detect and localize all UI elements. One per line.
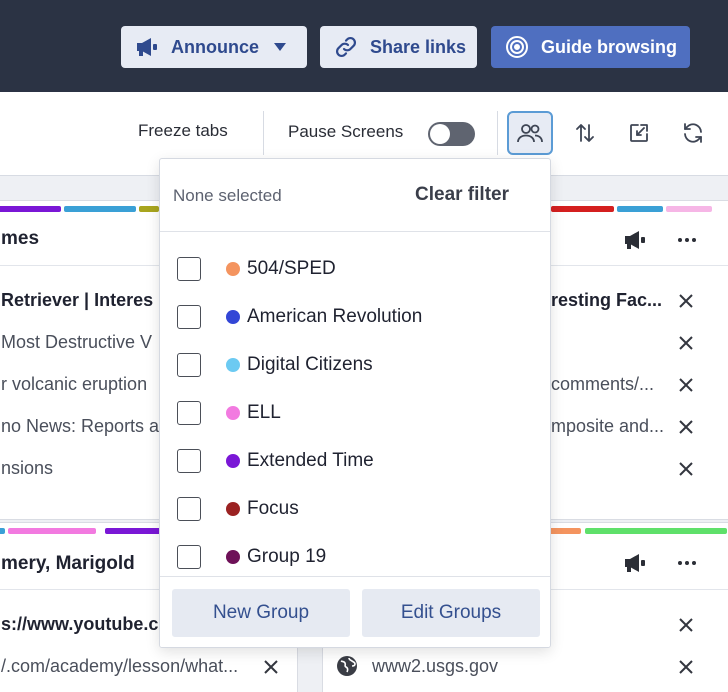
tab-row[interactable]: Retriever | Interes [1, 290, 153, 311]
tab-row[interactable]: Most Destructive V [1, 332, 152, 353]
group-checkbox[interactable] [177, 305, 201, 329]
tab-row[interactable]: mposite and... [551, 416, 664, 437]
freeze-tabs-button[interactable]: Freeze tabs [138, 121, 228, 141]
group-label: 504/SPED [247, 258, 336, 279]
tab-row[interactable]: nsions [1, 458, 53, 479]
tab-row[interactable]: www2.usgs.gov [372, 656, 498, 677]
group-option[interactable]: Digital Citizens [160, 341, 550, 389]
close-tab-icon[interactable] [676, 333, 696, 353]
group-label: Extended Time [247, 450, 374, 471]
group-checkbox[interactable] [177, 353, 201, 377]
tab-row[interactable]: resting Fac... [551, 290, 662, 311]
toggle-knob [430, 124, 450, 144]
announce-label: Announce [171, 36, 259, 57]
globe-icon [336, 655, 358, 677]
group-filter-dropdown: None selected Clear filter 504/SPED Amer… [159, 158, 551, 648]
edit-groups-button[interactable]: Edit Groups [362, 589, 540, 637]
student-name: mery, Marigold [1, 553, 135, 574]
clear-filter-button[interactable]: Clear filter [415, 184, 509, 206]
close-tab-icon[interactable] [261, 657, 281, 677]
guide-browsing-label: Guide browsing [541, 36, 678, 57]
group-stripe [617, 206, 663, 212]
toolbar-divider [497, 111, 498, 155]
tab-row[interactable]: /.com/academy/lesson/what... [1, 656, 238, 677]
group-checkbox[interactable] [177, 545, 201, 569]
group-label: ELL [247, 402, 281, 423]
group-label: Focus [247, 498, 299, 519]
group-option[interactable]: 504/SPED [160, 245, 550, 293]
group-color-dot [226, 310, 240, 324]
group-stripe [64, 206, 136, 212]
dropdown-footer: New Group Edit Groups [160, 577, 550, 647]
close-tab-icon[interactable] [676, 615, 696, 635]
megaphone-icon [135, 35, 159, 59]
group-label: Group 19 [247, 546, 327, 567]
group-checkbox[interactable] [177, 401, 201, 425]
group-color-dot [226, 550, 240, 564]
student-name: mes [1, 228, 40, 249]
group-option[interactable]: Group 19 [160, 533, 550, 576]
megaphone-icon[interactable] [623, 552, 647, 574]
announce-button[interactable]: Announce [121, 26, 307, 68]
group-stripe [666, 206, 712, 212]
group-color-dot [226, 358, 240, 372]
group-label: Digital Citizens [247, 354, 373, 375]
group-color-dot [226, 262, 240, 276]
close-tab-icon[interactable] [676, 375, 696, 395]
more-options-icon[interactable] [675, 229, 699, 251]
sort-icon[interactable] [562, 111, 608, 155]
share-links-label: Share links [370, 36, 467, 57]
top-bar: Announce Share links Guide browsing [0, 0, 728, 92]
group-filter-icon[interactable] [507, 111, 553, 155]
tab-row[interactable]: no News: Reports a [1, 416, 159, 437]
target-icon [505, 35, 529, 59]
group-stripe [585, 528, 727, 534]
group-stripe [0, 528, 5, 534]
tab-row[interactable]: s://www.youtube.c [1, 614, 158, 635]
caret-down-icon[interactable] [273, 42, 287, 52]
open-external-icon[interactable] [616, 111, 662, 155]
group-option[interactable]: American Revolution [160, 293, 550, 341]
group-stripe [105, 528, 165, 534]
group-checkbox[interactable] [177, 497, 201, 521]
group-stripe [0, 206, 61, 212]
group-checkbox[interactable] [177, 257, 201, 281]
new-group-button[interactable]: New Group [172, 589, 350, 637]
group-stripe [8, 528, 96, 534]
group-option[interactable]: Extended Time [160, 437, 550, 485]
close-tab-icon[interactable] [676, 417, 696, 437]
pause-screens-label: Pause Screens [288, 122, 404, 141]
toolbar-divider [263, 111, 264, 155]
group-checkbox[interactable] [177, 449, 201, 473]
group-color-dot [226, 406, 240, 420]
close-tab-icon[interactable] [676, 657, 696, 677]
group-option[interactable]: Focus [160, 485, 550, 533]
selection-status: None selected [173, 186, 282, 205]
megaphone-icon[interactable] [623, 229, 647, 251]
refresh-icon[interactable] [670, 111, 716, 155]
group-option[interactable]: ELL [160, 389, 550, 437]
close-tab-icon[interactable] [676, 291, 696, 311]
group-label: American Revolution [247, 306, 423, 327]
group-color-dot [226, 502, 240, 516]
group-color-dot [226, 454, 240, 468]
share-links-button[interactable]: Share links [320, 26, 477, 68]
close-tab-icon[interactable] [676, 459, 696, 479]
group-stripe [139, 206, 159, 212]
tab-row[interactable]: r volcanic eruption [1, 374, 147, 395]
pause-screens-toggle[interactable] [428, 122, 475, 146]
group-stripe [568, 206, 614, 212]
tab-row[interactable]: comments/... [551, 374, 654, 395]
more-options-icon[interactable] [675, 552, 699, 574]
group-list[interactable]: 504/SPED American Revolution Digital Cit… [160, 232, 550, 576]
guide-browsing-button[interactable]: Guide browsing [491, 26, 690, 68]
link-icon [334, 35, 358, 59]
